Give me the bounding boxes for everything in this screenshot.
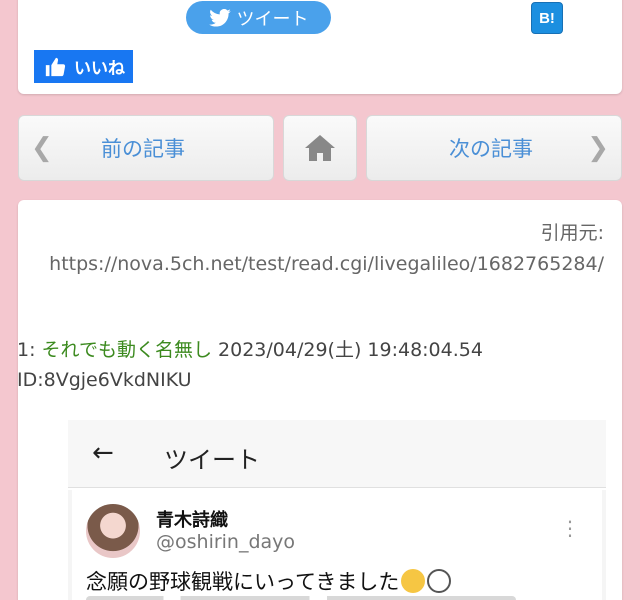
home-button[interactable] [283,115,357,181]
post-number: 1: [17,339,36,361]
avatar [86,504,140,558]
thumbs-up-icon [45,57,66,76]
tweet-content: 青木詩織 @oshirin_dayo ⋮ 念願の野球観戦にいってきました [72,490,602,600]
more-options-icon: ⋮ [560,516,580,540]
tweet-button[interactable]: ツイート [186,1,331,34]
hatena-label: B! [539,9,555,27]
twitter-bird-icon [208,8,231,27]
share-card: ツイート B! いいね [18,0,622,94]
post-author-name: それでも動く名無し [41,339,212,361]
post-header: 1: それでも動く名無し 2023/04/29(土) 19:48:04.54 I… [17,335,483,395]
next-article-label: 次の記事 [449,137,533,161]
party-face-icon [401,569,426,593]
like-button-label: いいね [74,59,125,79]
prev-article-label: 前の記事 [101,137,185,161]
source-url[interactable]: https://nova.5ch.net/test/read.cgi/liveg… [34,249,604,280]
tweet-screenshot-body: 青木詩織 @oshirin_dayo ⋮ 念願の野球観戦にいってきました [68,490,606,600]
tweet-user-handle: @oshirin_dayo [156,531,296,553]
post-datetime: 2023/04/29(土) 19:48:04.54 [218,339,483,361]
source-block: 引用元: https://nova.5ch.net/test/read.cgi/… [34,218,604,280]
tweet-screenshot-title: ツイート [164,446,260,474]
tweet-text: 念願の野球観戦にいってきました [86,570,400,594]
source-label: 引用元: [540,222,604,244]
back-arrow-icon: ← [92,438,114,468]
tweet-screenshot: ← ツイート 青木詩織 @oshirin_dayo ⋮ 念願の野球観戦にいってき… [68,420,606,600]
facebook-like-button[interactable]: いいね [34,50,133,83]
tweet-screenshot-header: ← ツイート [68,420,606,488]
hatena-bookmark-button[interactable]: B! [531,2,563,34]
tweet-button-label: ツイート [236,8,309,30]
tweet-text-cutoff [86,596,516,600]
baseball-icon [427,569,452,593]
home-icon [305,135,335,161]
next-article-button[interactable]: 次の記事 ❯ [366,115,622,181]
chevron-right-icon: ❯ [587,133,609,163]
chevron-left-icon: ❮ [31,133,53,163]
tweet-text-line: 念願の野球観戦にいってきました [86,566,452,596]
post-id: ID:8Vgje6VkdNIKU [17,369,192,391]
prev-article-button[interactable]: ❮ 前の記事 [18,115,274,181]
tweet-user-name: 青木詩織 [156,510,228,531]
